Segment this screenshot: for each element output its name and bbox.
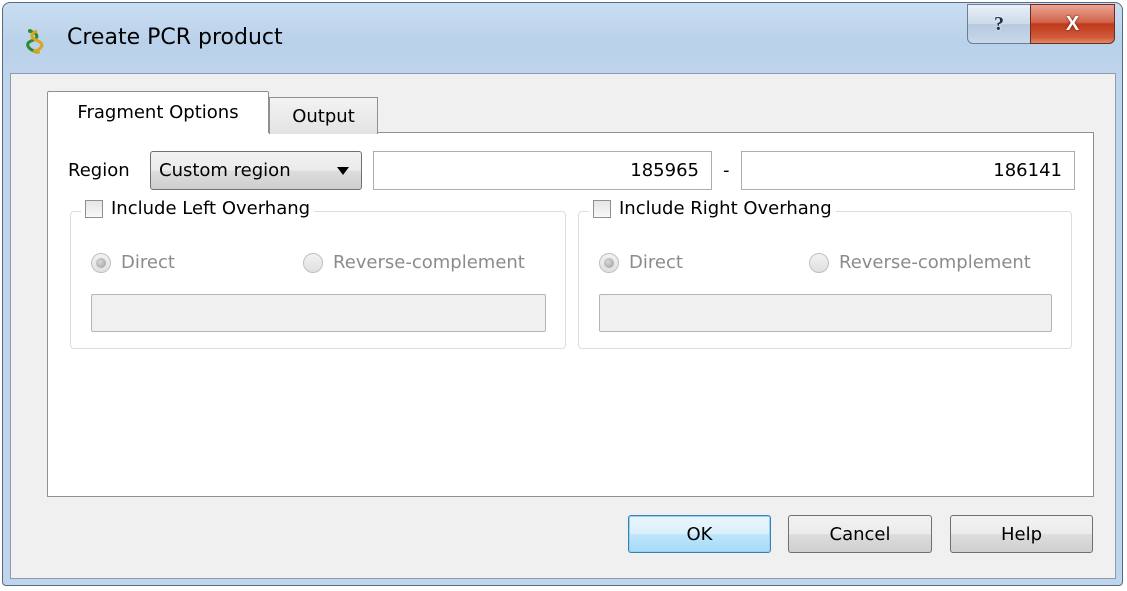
close-icon: X <box>1065 12 1080 35</box>
left-overhang-sequence-field[interactable] <box>91 294 546 332</box>
right-overhang-sequence-field[interactable] <box>599 294 1052 332</box>
left-overhang-label: Include Left Overhang <box>111 198 311 219</box>
region-start-input[interactable]: 185965 <box>373 151 712 190</box>
help-icon: ? <box>994 12 1004 35</box>
right-reverse-option[interactable]: Reverse-complement <box>809 252 1031 273</box>
right-overhang-header[interactable]: Include Right Overhang <box>589 198 836 219</box>
left-direct-radio[interactable] <box>91 252 111 273</box>
fragment-options-panel: Region Custom region 185965 - 186141 Inc… <box>47 132 1094 497</box>
left-reverse-option[interactable]: Reverse-complement <box>303 252 525 273</box>
right-direct-option[interactable]: Direct <box>599 252 683 273</box>
right-direct-label: Direct <box>629 252 683 273</box>
tab-fragment-options-label: Fragment Options <box>77 102 239 123</box>
dialog-body: Fragment Options Output Region Custom re… <box>10 73 1116 579</box>
region-dropdown[interactable]: Custom region <box>150 151 362 190</box>
right-reverse-label: Reverse-complement <box>839 252 1031 273</box>
left-direct-option[interactable]: Direct <box>91 252 175 273</box>
left-overhang-checkbox[interactable] <box>85 199 103 218</box>
region-dropdown-value: Custom region <box>159 160 291 181</box>
tab-fragment-options[interactable]: Fragment Options <box>47 91 269 133</box>
region-separator: - <box>723 160 730 181</box>
region-label: Region <box>68 160 130 181</box>
cancel-button[interactable]: Cancel <box>788 515 932 553</box>
window-title: Create PCR product <box>67 25 283 50</box>
dialog-window: Create PCR product ? X Fragment Options … <box>2 2 1123 586</box>
chevron-down-icon <box>337 167 349 175</box>
tab-output[interactable]: Output <box>269 97 378 134</box>
title-help-button[interactable]: ? <box>967 4 1031 44</box>
left-direct-label: Direct <box>121 252 175 273</box>
cancel-button-label: Cancel <box>829 523 891 545</box>
close-button[interactable]: X <box>1030 4 1115 44</box>
tab-output-label: Output <box>292 105 355 127</box>
ok-button[interactable]: OK <box>628 515 771 553</box>
help-button-label: Help <box>1000 523 1043 545</box>
left-reverse-radio[interactable] <box>303 252 323 273</box>
left-overhang-header[interactable]: Include Left Overhang <box>81 198 315 219</box>
help-button[interactable]: Help <box>950 515 1093 553</box>
left-overhang-group: Include Left Overhang Direct Reverse-com… <box>70 198 566 349</box>
region-end-input[interactable]: 186141 <box>741 151 1075 190</box>
right-direct-radio[interactable] <box>599 252 619 273</box>
ok-button-label: OK <box>686 523 713 545</box>
left-reverse-label: Reverse-complement <box>333 252 525 273</box>
right-overhang-checkbox[interactable] <box>593 199 611 218</box>
title-bar[interactable]: Create PCR product ? X <box>3 3 1122 73</box>
app-icon <box>25 28 49 54</box>
right-reverse-radio[interactable] <box>809 252 829 273</box>
right-overhang-group: Include Right Overhang Direct Reverse-co… <box>578 198 1072 349</box>
right-overhang-label: Include Right Overhang <box>619 198 832 219</box>
